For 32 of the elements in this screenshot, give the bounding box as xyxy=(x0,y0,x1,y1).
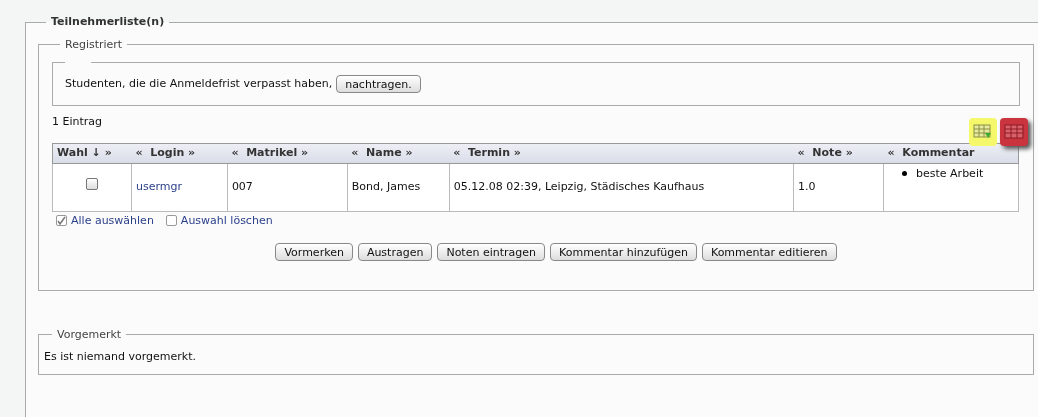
action-button[interactable]: Vormerken xyxy=(275,243,353,261)
panel-title: Teilnehmerliste(n) xyxy=(50,14,166,30)
row-checkbox[interactable] xyxy=(85,178,98,191)
action-button[interactable]: Kommentar editieren xyxy=(701,243,837,261)
action-button[interactable]: Austragen xyxy=(357,243,433,261)
table-cell: 007 xyxy=(231,179,253,193)
table-settings-icon[interactable] xyxy=(1000,117,1028,146)
late-registration-button[interactable]: nachtragen. xyxy=(336,75,421,93)
column-header[interactable]: « Note » xyxy=(793,143,884,163)
login-link[interactable]: usermgr xyxy=(135,179,182,193)
bullet-icon xyxy=(902,171,908,177)
table-cell: 1.0 xyxy=(798,179,816,193)
column-header[interactable]: « Matrikel » xyxy=(227,143,348,163)
entry-count: 1 Eintrag xyxy=(52,114,103,130)
section-title: Registriert xyxy=(64,36,124,53)
table-cell: 05.12.08 02:39, Leipzig, Städisches Kaufhaus xyxy=(453,179,705,193)
checkbox[interactable] xyxy=(56,215,67,227)
column-header[interactable]: « Name » xyxy=(347,143,450,163)
action-button[interactable]: Kommentar hinzufügen xyxy=(550,243,697,261)
action-button[interactable]: Noten eintragen xyxy=(437,243,545,261)
column-header[interactable]: Wahl ↓ » xyxy=(52,143,132,163)
table-cell: Bond, James xyxy=(351,179,421,193)
comment-text: beste Arbeit xyxy=(916,165,984,182)
column-header[interactable]: « Termin » xyxy=(449,143,794,163)
section-title: Vorgemerkt xyxy=(56,326,123,343)
column-header[interactable]: « Login » xyxy=(131,143,228,163)
clear-selection-link[interactable]: Auswahl löschen xyxy=(180,212,273,229)
empty-message: Es ist niemand vorgemerkt. xyxy=(44,349,197,365)
late-registration-text: Studenten, die die Anmeldefrist verpasst haben, xyxy=(65,75,333,92)
checkbox[interactable] xyxy=(165,215,177,227)
select-all-link[interactable]: Alle auswählen xyxy=(71,212,154,229)
column-header[interactable]: « Kommentar xyxy=(883,143,1019,163)
